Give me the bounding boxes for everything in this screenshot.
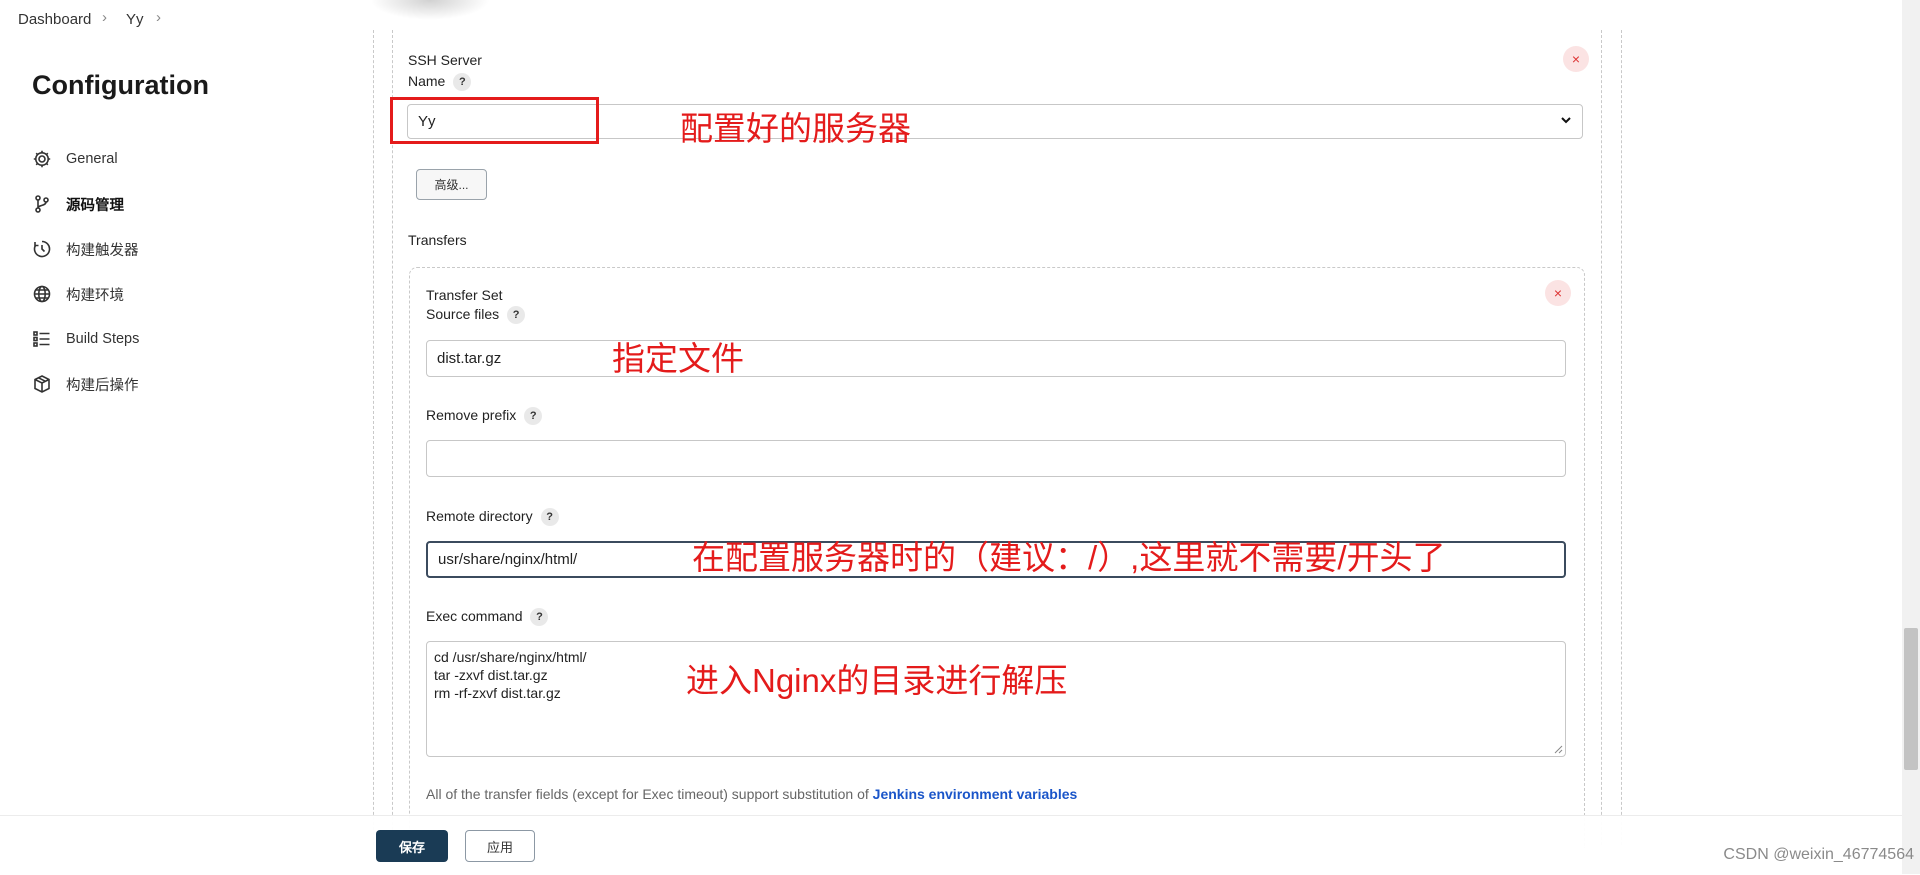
page-title: Configuration	[32, 70, 209, 100]
source-files-label: Source files?	[426, 306, 526, 325]
annotation-exec: 进入Nginx的目录进行解压	[686, 662, 1068, 699]
sidebar-item-label: 构建触发器	[66, 242, 139, 259]
help-icon[interactable]: ?	[524, 407, 543, 426]
transfers-label: Transfers	[408, 232, 467, 248]
remote-directory-value: usr/share/nginx/html/	[438, 551, 578, 568]
name-label: Name?	[408, 73, 472, 92]
sidebar-item-build-environment[interactable]: 构建环境	[32, 279, 124, 309]
help-icon[interactable]: ?	[540, 508, 559, 527]
transfer-set-title: Transfer Set	[426, 287, 503, 303]
clock-icon	[32, 239, 52, 259]
delete-server-button[interactable]: ×	[1563, 46, 1589, 72]
chevron-down-icon	[1559, 113, 1573, 131]
sidebar-item-build-triggers[interactable]: 构建触发器	[32, 234, 139, 264]
sidebar-item-label: Build Steps	[66, 331, 140, 347]
scrollbar-thumb[interactable]	[1904, 628, 1918, 770]
sidebar-item-label: General	[66, 151, 118, 167]
annotation-box	[390, 97, 599, 144]
annotation-remote: 在配置服务器时的（建议：/）,这里就不需要/开头了	[692, 539, 1446, 576]
header-shadow	[370, 0, 490, 20]
sidebar-item-post-build-actions[interactable]: 构建后操作	[32, 369, 139, 399]
help-icon[interactable]: ?	[507, 306, 526, 325]
globe-icon	[32, 284, 52, 304]
breadcrumb-job[interactable]: Yy	[126, 11, 144, 28]
resize-handle-icon[interactable]	[1553, 744, 1563, 754]
jenkins-env-vars-link[interactable]: Jenkins environment variables	[873, 786, 1078, 802]
list-icon	[32, 329, 52, 349]
remove-prefix-input[interactable]	[426, 440, 1566, 477]
sidebar-item-label: 构建环境	[66, 287, 124, 304]
source-files-value: dist.tar.gz	[437, 350, 502, 367]
breadcrumb-separator-icon[interactable]: ›	[156, 9, 161, 26]
save-button[interactable]: 保存	[376, 830, 448, 862]
exec-command-textarea[interactable]: cd /usr/share/nginx/html/ tar -zxvf dist…	[426, 641, 1566, 757]
source-files-input[interactable]: dist.tar.gz	[426, 340, 1566, 377]
exec-command-label: Exec command?	[426, 608, 549, 627]
remove-prefix-label: Remove prefix?	[426, 407, 543, 426]
sidebar-item-build-steps[interactable]: Build Steps	[32, 324, 139, 354]
sidebar-item-label: 源码管理	[66, 197, 124, 214]
branch-icon	[32, 194, 52, 214]
annotation-source: 指定文件	[612, 340, 744, 377]
help-icon[interactable]: ?	[530, 608, 549, 627]
annotation-server: 配置好的服务器	[680, 110, 911, 147]
help-icon[interactable]: ?	[453, 73, 472, 92]
advanced-button[interactable]: 高级...	[416, 169, 487, 200]
delete-transfer-set-button[interactable]: ×	[1545, 280, 1571, 306]
ssh-server-label: SSH Server	[408, 52, 482, 68]
bottom-action-bar	[0, 815, 1920, 875]
remote-directory-label: Remote directory?	[426, 508, 559, 527]
package-icon	[32, 374, 52, 394]
breadcrumb-dashboard[interactable]: Dashboard	[18, 11, 91, 28]
sidebar-item-source-control[interactable]: 源码管理	[32, 189, 124, 219]
transfer-footnote: All of the transfer fields (except for E…	[426, 786, 1078, 802]
apply-button[interactable]: 应用	[465, 830, 535, 862]
watermark: CSDN @weixin_46774564	[1723, 846, 1914, 863]
breadcrumb-separator-icon: ›	[102, 9, 107, 26]
sidebar-item-label: 构建后操作	[66, 377, 139, 394]
gear-icon	[32, 149, 52, 169]
sidebar-item-general[interactable]: General	[32, 144, 118, 174]
